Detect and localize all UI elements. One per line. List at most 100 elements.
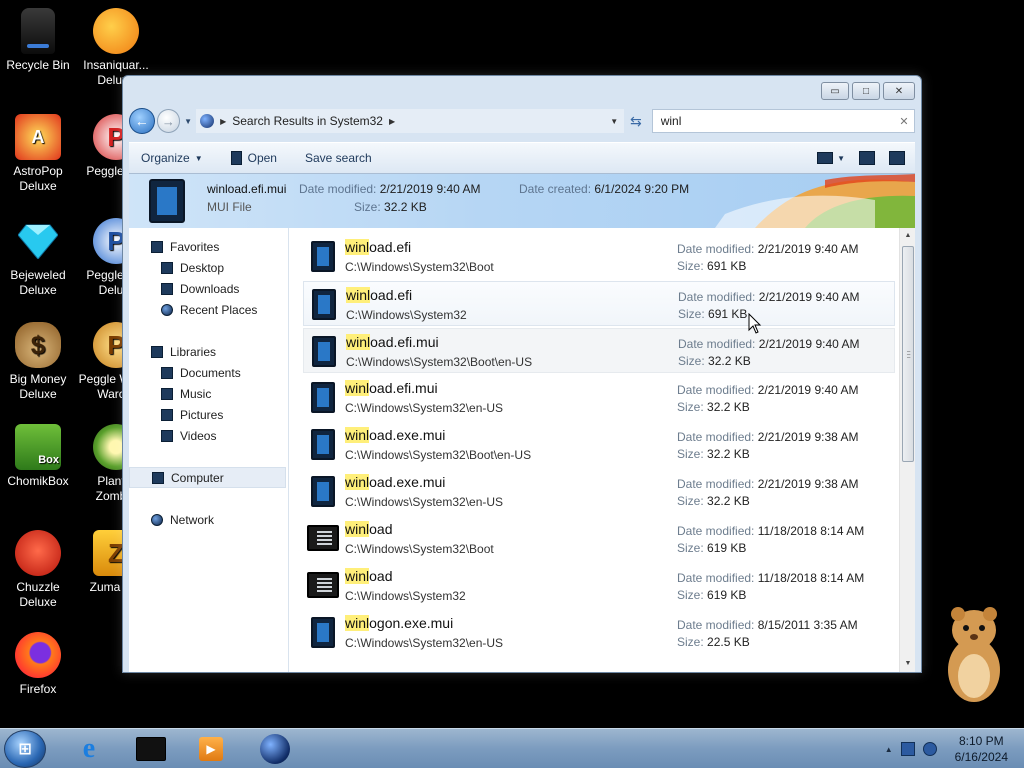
file-name: winload [345,521,393,537]
nav-favorites[interactable]: Favorites [129,236,288,257]
network-status-icon[interactable] [922,742,937,756]
file-size: Size: 691 KB [677,259,747,273]
taskbar-app-box[interactable] [134,734,168,764]
action-center-flag-icon[interactable] [900,742,915,756]
breadcrumb[interactable]: Search Results in System32 [232,114,383,128]
taskbar-internet-explorer[interactable]: e [72,733,106,764]
nav-label: Libraries [170,344,217,359]
file-name: winload.exe.mui [345,427,446,443]
file-row[interactable]: winload.exe.mui C:\Windows\System32\en-US… [303,469,895,514]
preview-date-modified: Date modified: 2/21/2019 9:40 AM [299,182,481,196]
internet-explorer-icon: e [82,733,96,764]
save-search-button[interactable]: Save search [305,151,372,165]
scroll-down-icon[interactable]: ▼ [900,656,915,672]
desktop-icon-firefox[interactable]: Firefox [0,632,76,697]
file-path: C:\Windows\System32 [346,308,467,322]
desktop-icon-label: Big Money Deluxe [9,372,67,401]
desktop-icon-astropop[interactable]: A AstroPop Deluxe [0,114,76,194]
desktop-icon-chomikbox[interactable]: Box ChomikBox [0,424,76,489]
show-hidden-icons-icon[interactable]: ▲ [885,745,893,754]
nav-downloads[interactable]: Downloads [129,278,288,299]
organize-button[interactable]: Organize ▼ [141,151,203,165]
close-button[interactable]: ✕ [883,82,915,100]
back-button[interactable]: ← [129,108,155,134]
nav-label: Documents [180,365,241,380]
taskbar-explorer[interactable] [258,734,292,764]
refresh-icon[interactable]: ⇆ [624,113,648,130]
nav-videos[interactable]: Videos [129,425,288,446]
document-file-icon [311,241,335,272]
desktop-icon-label: ChomikBox [7,474,69,488]
taskbar-media-player[interactable]: ▶ [194,734,228,764]
recent-places-icon [161,303,173,316]
nav-recent-places[interactable]: Recent Places [129,299,288,320]
address-bar[interactable]: ▶ Search Results in System32 ▶ ▼ [196,109,625,133]
nav-music[interactable]: Music [129,383,288,404]
nav-desktop[interactable]: Desktop [129,257,288,278]
breadcrumb-chevron-icon[interactable]: ▶ [220,117,226,126]
file-row[interactable]: winload C:\Windows\System32 Date modified:… [303,563,895,608]
vertical-scrollbar[interactable]: ▲ – – – ▼ [899,228,915,672]
recent-pages-dropdown[interactable]: ▼ [184,117,192,126]
desktop-icon-big-money[interactable]: $ Big Money Deluxe [0,322,76,402]
document-file-icon [311,382,335,413]
clear-search-icon[interactable]: ✕ [894,115,914,128]
taskbar: ⊞ e ▶ ▲ 8:10 PM 6/16/2024 [0,728,1024,768]
scroll-up-icon[interactable]: ▲ [900,228,915,244]
nav-network[interactable]: Network [129,509,288,530]
desktop-icon-recycle-bin[interactable]: Recycle Bin [0,8,76,73]
document-icon [230,151,242,165]
breadcrumb-chevron-icon[interactable]: ▶ [389,117,395,126]
minimize-button[interactable]: ▭ [821,82,849,100]
libraries-icon [151,345,163,358]
file-name: winlogon.exe.mui [345,615,454,631]
title-bar[interactable]: ▭ □ ✕ [123,76,921,106]
nav-label: Music [180,386,212,401]
start-button[interactable]: ⊞ [4,730,46,768]
nav-computer[interactable]: Computer [129,467,286,488]
documents-icon [161,366,173,379]
view-options-dropdown-icon[interactable]: ▼ [837,154,845,163]
search-box[interactable]: ✕ [651,109,915,133]
file-row[interactable]: winload.efi.mui C:\Windows\System32\Boot\… [303,328,895,373]
change-view-icon[interactable] [817,152,834,164]
nav-libraries[interactable]: Libraries [129,341,288,362]
maximize-button[interactable]: □ [852,82,880,100]
nav-label: Recent Places [180,302,258,317]
file-row[interactable]: winload.efi C:\Windows\System32\Boot Date … [303,234,895,279]
computer-icon [152,471,164,484]
nav-label: Downloads [180,281,240,296]
file-row[interactable]: winload.efi C:\Windows\System32 Date modif… [303,281,895,326]
document-file-icon [312,289,336,320]
search-results-list: winlogon.exe.mui C:\Windows\System32\en-U… [289,228,915,672]
file-row[interactable]: winload C:\Windows\System32\Boot Date modi… [303,516,895,561]
file-date-modified: Date modified: 11/18/2018 8:14 AM [677,571,865,585]
nav-label: Desktop [180,260,225,275]
clock-time: 8:10 PM [958,734,1004,748]
file-row[interactable]: winlogon.exe.mui C:\Windows\System32\en-U… [303,610,895,655]
nav-documents[interactable]: Documents [129,362,288,383]
desktop-icon-chuzzle[interactable]: Chuzzle Deluxe [0,530,76,610]
save-search-label: Save search [304,151,372,165]
clock[interactable]: 8:10 PM 6/16/2024 [955,733,1008,765]
recycle-bin-icon [21,8,55,54]
search-input[interactable] [660,114,894,128]
address-dropdown-icon[interactable]: ▼ [610,117,618,126]
nav-label: Favorites [170,239,220,254]
black-box-app-icon [136,737,166,761]
scrollbar-thumb[interactable]: – – – [902,246,914,462]
desktop-icon-bejeweled[interactable]: Bejeweled Deluxe [0,218,76,298]
file-name: winload.efi [345,239,412,255]
desktop-icon-label: Firefox [19,682,57,696]
nav-pictures[interactable]: Pictures [129,404,288,425]
forward-button[interactable]: → [156,109,181,133]
file-date-modified: Date modified: 2/21/2019 9:38 AM [677,430,859,444]
preview-pane-icon[interactable] [859,151,875,165]
file-date-modified: Date modified: 2/21/2019 9:40 AM [678,290,860,304]
help-icon[interactable] [889,151,905,165]
file-path: C:\Windows\System32\Boot [345,542,494,556]
executable-file-icon [307,525,339,551]
open-button[interactable]: Open [230,151,277,165]
file-row[interactable]: winload.efi.mui C:\Windows\System32\en-US… [303,375,895,420]
file-row[interactable]: winload.exe.mui C:\Windows\System32\Boot\… [303,422,895,467]
